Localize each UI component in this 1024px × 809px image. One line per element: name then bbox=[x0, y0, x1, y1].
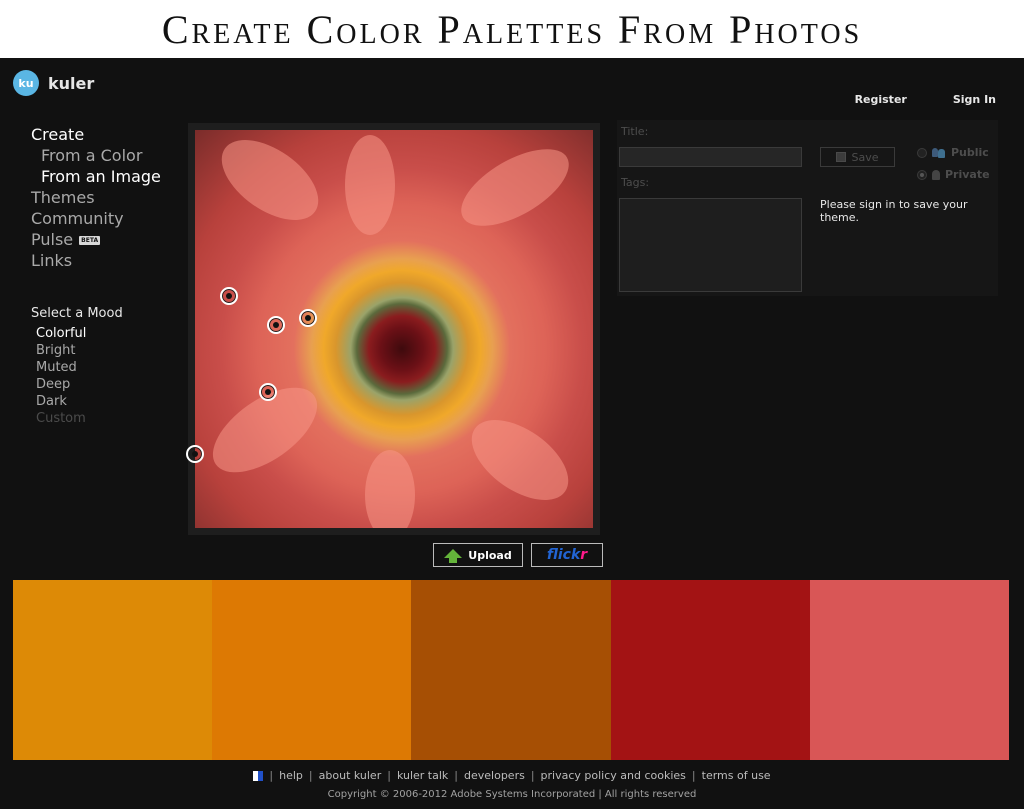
petal-shape bbox=[365, 450, 415, 528]
footer-separator: | bbox=[454, 769, 458, 782]
private-option: Private bbox=[917, 168, 990, 181]
banner: Create Color Palettes From Photos bbox=[0, 0, 1024, 58]
mood-muted[interactable]: Muted bbox=[31, 359, 181, 376]
footer-separator: | bbox=[308, 769, 313, 782]
nav-create[interactable]: Create bbox=[31, 124, 181, 145]
palette-swatch-5[interactable] bbox=[809, 580, 1010, 760]
palette-swatch-1[interactable] bbox=[13, 580, 213, 760]
person-icon bbox=[932, 169, 940, 180]
color-picker-marker[interactable] bbox=[186, 445, 204, 463]
color-picker-marker[interactable] bbox=[299, 309, 317, 327]
upload-button[interactable]: Upload bbox=[433, 543, 523, 567]
footer-link-about[interactable]: about kuler bbox=[319, 769, 382, 782]
logo-text: kuler bbox=[48, 73, 95, 93]
save-button[interactable]: Save bbox=[820, 147, 895, 167]
footer-link-privacy[interactable]: privacy policy and cookies bbox=[541, 769, 686, 782]
beta-badge: BETA bbox=[79, 236, 101, 245]
petal-shape bbox=[207, 130, 333, 237]
signin-message: Please sign in to save your theme. bbox=[820, 198, 968, 224]
color-picker-marker[interactable] bbox=[259, 383, 277, 401]
public-label: Public bbox=[951, 146, 989, 159]
flower-photo bbox=[195, 130, 593, 528]
mood-colorful[interactable]: Colorful bbox=[31, 325, 181, 342]
flickr-button[interactable]: flick r bbox=[531, 543, 603, 567]
mood-list: Colorful Bright Muted Deep Dark Custom bbox=[31, 325, 181, 427]
mood-custom: Custom bbox=[36, 411, 86, 426]
footer-link-terms[interactable]: terms of use bbox=[702, 769, 771, 782]
copyright: Copyright © 2006-2012 Adobe Systems Inco… bbox=[327, 789, 697, 800]
flickr-logo-part: r bbox=[580, 547, 588, 563]
mood-bright[interactable]: Bright bbox=[31, 342, 181, 359]
footer-link-developers[interactable]: developers bbox=[464, 769, 525, 782]
footer-link-kuler-talk[interactable]: kuler talk bbox=[397, 769, 448, 782]
private-radio[interactable] bbox=[917, 169, 927, 180]
people-icon bbox=[932, 147, 946, 158]
footer-separator: | bbox=[387, 769, 391, 782]
nav-from-color[interactable]: From a Color bbox=[31, 145, 181, 166]
petal-shape bbox=[345, 135, 395, 235]
nav-community[interactable]: Community bbox=[31, 208, 181, 229]
kuler-app: ku kuler Register Sign In Create From a … bbox=[0, 58, 1024, 809]
footer: | help | about kuler | kuler talk | deve… bbox=[0, 769, 1024, 800]
save-label: Save bbox=[851, 150, 879, 164]
color-palette bbox=[13, 580, 1010, 760]
upload-arrow-icon bbox=[444, 548, 463, 563]
mood-dark[interactable]: Dark bbox=[31, 393, 181, 410]
upload-label: Upload bbox=[468, 548, 512, 562]
logo[interactable]: ku kuler bbox=[13, 70, 94, 96]
mood-heading: Select a Mood bbox=[31, 306, 123, 321]
mood-deep[interactable]: Deep bbox=[31, 376, 181, 393]
footer-links: | help | about kuler | kuler talk | deve… bbox=[0, 769, 1024, 782]
save-disk-icon bbox=[836, 152, 847, 162]
image-source-buttons: Upload flick r bbox=[433, 543, 603, 567]
sidebar: Create From a Color From an Image Themes… bbox=[31, 124, 181, 427]
flickr-logo-part: flick bbox=[546, 547, 581, 563]
public-option: Public bbox=[917, 146, 989, 159]
nav-themes[interactable]: Themes bbox=[31, 187, 181, 208]
footer-separator: | bbox=[269, 769, 274, 782]
banner-title: Create Color Palettes From Photos bbox=[161, 6, 863, 52]
petal-shape bbox=[449, 133, 581, 242]
private-label: Private bbox=[945, 168, 990, 181]
tags-label: Tags: bbox=[621, 176, 650, 189]
title-label: Title: bbox=[621, 125, 649, 138]
public-radio[interactable] bbox=[917, 147, 927, 158]
palette-swatch-4[interactable] bbox=[610, 580, 810, 760]
nav-pulse-label: Pulse bbox=[31, 230, 74, 249]
theme-save-panel: Title: Tags: Save Public Private Please … bbox=[617, 120, 998, 296]
petal-shape bbox=[457, 403, 583, 517]
footer-separator: | bbox=[691, 769, 696, 782]
title-field[interactable] bbox=[619, 147, 802, 167]
color-picker-marker[interactable] bbox=[267, 316, 285, 334]
color-picker-marker[interactable] bbox=[220, 287, 238, 305]
footer-separator: | bbox=[530, 769, 535, 782]
tags-field[interactable] bbox=[619, 198, 802, 292]
kuler-logo-icon: ku bbox=[13, 70, 39, 96]
nav-pulse[interactable]: Pulse BETA bbox=[31, 229, 181, 250]
palette-swatch-2[interactable] bbox=[212, 580, 412, 760]
sign-in-link[interactable]: Sign In bbox=[953, 93, 996, 106]
adobe-icon bbox=[253, 770, 264, 781]
image-frame bbox=[188, 123, 600, 535]
register-link[interactable]: Register bbox=[855, 93, 907, 106]
account-links: Register Sign In bbox=[855, 93, 996, 106]
footer-link-help[interactable]: help bbox=[279, 769, 303, 782]
nav-from-image[interactable]: From an Image bbox=[31, 166, 181, 187]
palette-swatch-3[interactable] bbox=[411, 580, 611, 760]
nav-links[interactable]: Links bbox=[31, 250, 181, 271]
